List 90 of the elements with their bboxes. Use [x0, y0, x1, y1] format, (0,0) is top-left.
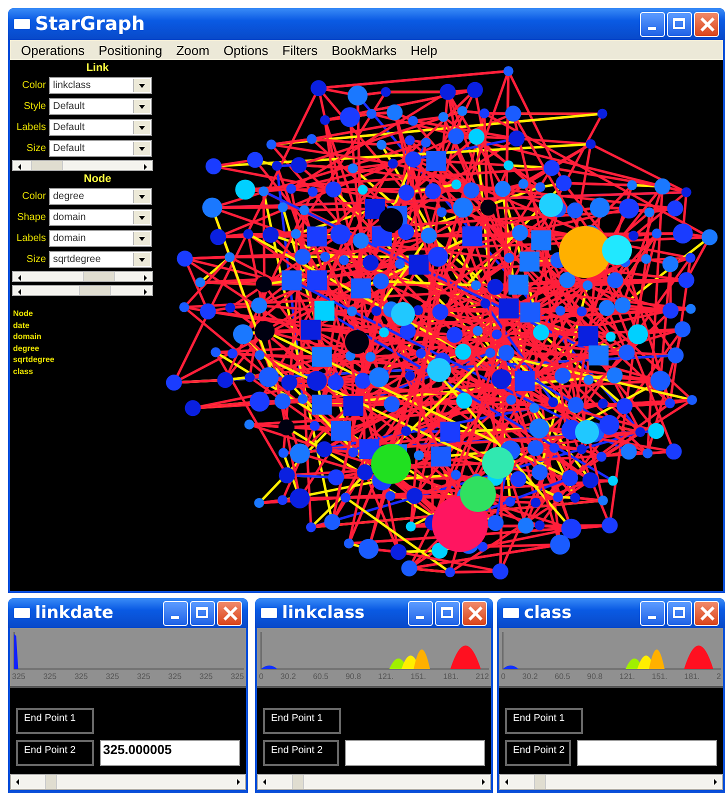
attribute-label: sqrtdegree: [13, 354, 56, 366]
axis-tick-label: 325: [106, 672, 120, 683]
menu-item[interactable]: Help: [404, 42, 444, 58]
window-icon: [261, 608, 277, 618]
window-title: linkdate: [35, 603, 114, 623]
axis-tick-label: 30.2: [280, 672, 296, 683]
attribute-label: class: [13, 366, 34, 377]
field-label: Shape: [16, 212, 47, 223]
window-title: linkclass: [282, 603, 366, 623]
axis-tick-label: 325: [136, 672, 150, 683]
axis-tick-label: 60.5: [554, 672, 570, 683]
axis-tick-label: 212: [476, 672, 489, 683]
menu-item[interactable]: Zoom: [169, 42, 216, 58]
field-label: Color: [21, 80, 47, 91]
axis-tick-label: 151.: [652, 672, 668, 683]
close-button[interactable]: [694, 12, 719, 36]
field-label: Color: [21, 191, 47, 202]
dropdown[interactable]: Default: [49, 98, 152, 115]
axis-tick-label: 0: [259, 672, 264, 683]
axis-tick-label: 90.8: [345, 672, 362, 683]
menu-item[interactable]: Filters: [275, 42, 325, 58]
field-label: Size: [26, 143, 47, 154]
maximize-button[interactable]: [190, 600, 215, 626]
horizontal-scrollbar[interactable]: [499, 774, 723, 790]
dropdown[interactable]: sqrtdegree: [49, 251, 152, 268]
menu-item[interactable]: Options: [216, 42, 276, 58]
dropdown[interactable]: Default: [49, 140, 152, 157]
close-button[interactable]: [694, 600, 719, 626]
attribute-label: degree: [13, 342, 40, 354]
horizontal-scrollbar[interactable]: [257, 774, 491, 790]
window-icon: [14, 19, 30, 29]
minimize-button[interactable]: [640, 12, 665, 36]
maximize-button[interactable]: [435, 600, 460, 626]
minimize-button[interactable]: [408, 600, 433, 626]
axis-tick-label: 90.8: [587, 672, 603, 683]
attribute-label: date: [13, 320, 30, 331]
axis-tick-label: 0: [501, 672, 506, 683]
dropdown[interactable]: domain: [49, 209, 152, 226]
window-icon: [503, 608, 519, 618]
axis-tick-label: 121.: [378, 672, 394, 683]
horizontal-scrollbar[interactable]: [10, 774, 246, 790]
menu-item[interactable]: BookMarks: [324, 42, 404, 58]
end-point-button[interactable]: End Point 2: [505, 740, 571, 766]
end-point-button[interactable]: End Point 1: [16, 708, 94, 734]
maximize-button[interactable]: [667, 600, 692, 626]
horizontal-scrollbar[interactable]: [12, 160, 153, 171]
horizontal-scrollbar[interactable]: [12, 285, 153, 296]
minimize-button[interactable]: [640, 600, 665, 626]
axis-tick-label: 60.5: [312, 672, 329, 683]
value-field[interactable]: 325.000005: [100, 740, 240, 766]
end-point-button[interactable]: End Point 2: [16, 740, 94, 766]
field-label: Labels: [16, 122, 47, 133]
axis-tick-label: 181.: [443, 672, 459, 683]
end-point-button[interactable]: End Point 1: [505, 708, 583, 734]
section-heading: Node: [82, 173, 112, 186]
axis-tick-label: 151.: [410, 672, 426, 683]
axis-tick-label: 30.2: [522, 672, 538, 683]
horizontal-scrollbar[interactable]: [12, 271, 153, 282]
attribute-label: Node: [13, 308, 34, 320]
end-point-button[interactable]: End Point 2: [263, 740, 339, 766]
window-title: StarGraph: [35, 13, 146, 35]
section-heading: Link: [85, 62, 110, 75]
window-title: class: [524, 603, 573, 623]
axis-tick-label: 181.: [684, 672, 700, 683]
maximize-button[interactable]: [667, 12, 692, 36]
dropdown[interactable]: domain: [49, 230, 152, 247]
axis-tick-label: 325: [199, 672, 213, 683]
minimize-button[interactable]: [163, 600, 188, 626]
axis-tick-label: 2: [716, 672, 721, 683]
axis-tick-label: 325: [74, 672, 88, 683]
window-icon: [14, 608, 30, 618]
field-label: Style: [22, 101, 47, 112]
dropdown[interactable]: Default: [49, 119, 152, 136]
dropdown[interactable]: linkclass: [49, 77, 152, 94]
axis-tick-label: 325: [12, 672, 26, 683]
axis-tick-label: 325: [43, 672, 57, 683]
close-button[interactable]: [462, 600, 487, 626]
value-field[interactable]: [345, 740, 485, 766]
field-label: Size: [26, 254, 47, 265]
axis-tick-label: 121.: [619, 672, 635, 683]
menu-item[interactable]: Positioning: [92, 42, 170, 58]
close-button[interactable]: [217, 600, 242, 626]
axis-tick-label: 325: [168, 672, 182, 683]
menu-item[interactable]: Operations: [14, 42, 92, 58]
end-point-button[interactable]: End Point 1: [263, 708, 341, 734]
dropdown[interactable]: degree: [49, 188, 152, 205]
value-field[interactable]: [577, 740, 717, 766]
axis-tick-label: 325: [230, 672, 244, 683]
attribute-label: domain: [13, 331, 42, 342]
field-label: Labels: [16, 233, 47, 244]
